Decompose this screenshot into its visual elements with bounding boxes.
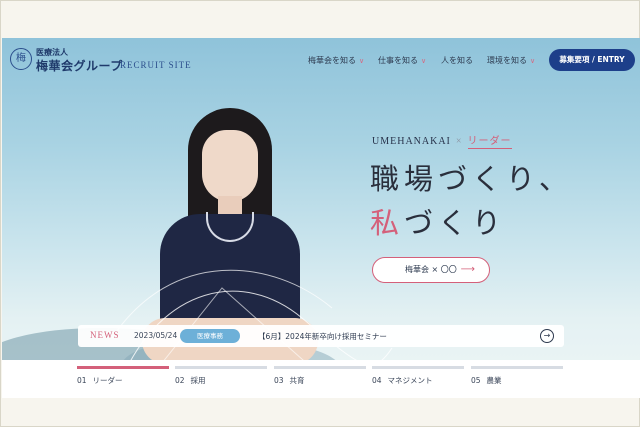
nav-item-about-environment[interactable]: 環境を知る ∨ bbox=[487, 55, 535, 66]
tab-number: 01 bbox=[77, 376, 87, 385]
recruit-site-label: RECRUIT SITE bbox=[120, 60, 192, 70]
nav-label: 環境を知る bbox=[487, 56, 527, 65]
story-tabs: 01 リーダー 02 採用 03 共育 04 マネジメント 05 農業 bbox=[2, 360, 640, 398]
hero-role: リーダー bbox=[467, 136, 512, 149]
tab-label: 採用 bbox=[190, 376, 206, 385]
ume-logo-icon[interactable]: 梅 bbox=[10, 48, 32, 70]
tab-number: 04 bbox=[372, 376, 382, 385]
recruit-site-page: 梅 医療法人 梅華会グループ RECRUIT SITE 梅華会を知る ∨ 仕事を知… bbox=[2, 38, 640, 398]
hero-cta-button[interactable]: 梅華会 × 〇〇 ⟶ bbox=[372, 257, 490, 283]
logo-title[interactable]: 梅華会グループ bbox=[36, 57, 123, 74]
news-label: NEWS bbox=[90, 330, 120, 340]
headline-rest: づくり bbox=[404, 206, 507, 240]
screenshot-frame: 梅 医療法人 梅華会グループ RECRUIT SITE 梅華会を知る ∨ 仕事を知… bbox=[0, 0, 640, 427]
arrow-right-icon: ⟶ bbox=[460, 264, 475, 275]
tab-number: 02 bbox=[175, 376, 185, 385]
arrow-circle-right-icon[interactable]: → bbox=[540, 329, 554, 343]
news-date: 2023/05/24 bbox=[134, 331, 178, 340]
tab-label: 農業 bbox=[486, 376, 502, 385]
nav-item-about-people[interactable]: 人を知る bbox=[441, 55, 473, 66]
news-bar[interactable]: NEWS 2023/05/24 医療事務 【6月】2024年新卒向け採用セミナー… bbox=[78, 325, 564, 347]
news-title-link[interactable]: 【6月】2024年新卒向け採用セミナー bbox=[258, 331, 387, 342]
nav-item-about-work[interactable]: 仕事を知る ∨ bbox=[378, 55, 426, 66]
person-face bbox=[202, 130, 258, 202]
nav-label: 梅華会を知る bbox=[308, 56, 356, 65]
tab-agriculture[interactable]: 05 農業 bbox=[471, 366, 563, 392]
tab-number: 05 bbox=[471, 376, 481, 385]
tab-recruiting[interactable]: 02 採用 bbox=[175, 366, 267, 392]
times-symbol: × bbox=[455, 136, 463, 147]
tab-co-education[interactable]: 03 共育 bbox=[274, 366, 366, 392]
nav-label: 人を知る bbox=[441, 56, 473, 65]
nav-item-about-umehanakai[interactable]: 梅華会を知る ∨ bbox=[308, 55, 364, 66]
tab-label: 共育 bbox=[289, 376, 305, 385]
tab-leader[interactable]: 01 リーダー bbox=[77, 366, 169, 392]
hero-headline-line1: 職場づくり、 bbox=[370, 162, 573, 196]
tab-management[interactable]: 04 マネジメント bbox=[372, 366, 464, 392]
chevron-down-icon: ∨ bbox=[530, 57, 536, 65]
news-category-badge: 医療事務 bbox=[180, 329, 240, 343]
hero-tagline: UMEHANAKAI × リーダー bbox=[372, 132, 512, 149]
headline-accent: 私 bbox=[370, 206, 405, 240]
cta-label: 梅華会 × 〇〇 bbox=[405, 265, 457, 274]
hero-brand: UMEHANAKAI bbox=[372, 136, 451, 147]
nav-label: 仕事を知る bbox=[378, 56, 418, 65]
site-header: 梅 医療法人 梅華会グループ RECRUIT SITE 梅華会を知る ∨ 仕事を知… bbox=[2, 38, 640, 82]
chevron-down-icon: ∨ bbox=[421, 57, 427, 65]
chevron-down-icon: ∨ bbox=[359, 57, 365, 65]
hero-headline-line2: 私づくり bbox=[370, 200, 506, 242]
tab-label: リーダー bbox=[92, 376, 123, 385]
entry-button[interactable]: 募集要項 / ENTRY bbox=[549, 49, 635, 71]
tab-label: マネジメント bbox=[387, 376, 433, 385]
tab-number: 03 bbox=[274, 376, 284, 385]
